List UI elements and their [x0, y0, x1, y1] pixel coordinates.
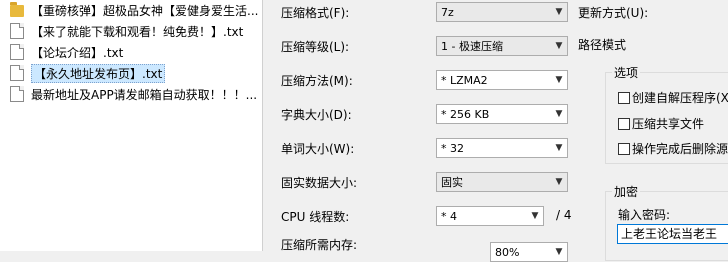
cpu-threads-value: * 4 — [441, 209, 457, 223]
chevron-down-icon: ▼ — [555, 109, 563, 119]
word-size-label: 单词大小(W): — [281, 142, 355, 156]
option-delete-after[interactable]: 操作完成后删除源 — [618, 140, 728, 157]
cpu-threads-total: / 4 — [556, 208, 572, 222]
format-select[interactable]: 7z ▼ — [436, 2, 568, 22]
folder-icon — [10, 2, 24, 17]
checkbox[interactable] — [618, 91, 630, 104]
chevron-down-icon: ▼ — [555, 41, 563, 51]
chevron-down-icon: ▼ — [555, 247, 563, 257]
file-name: 【重磅核弹】超极品女神【爱健身爱生活... — [31, 3, 259, 18]
option-create-sfx[interactable]: 创建自解压程序(X) — [618, 89, 728, 106]
dictionary-label: 字典大小(D): — [281, 108, 352, 122]
chevron-down-icon: ▼ — [555, 177, 563, 187]
memory-label: 压缩所需内存: — [281, 238, 358, 252]
checkbox[interactable] — [618, 142, 630, 155]
file-row[interactable]: 【来了就能下载和观看！纯免费！】.txt — [0, 21, 262, 41]
option-label: 操作完成后删除源 — [632, 142, 728, 156]
option-label: 压缩共享文件 — [632, 117, 705, 131]
file-row[interactable]: 【永久地址发布页】.txt — [0, 63, 262, 83]
file-list: 【重磅核弹】超极品女神【爱健身爱生活... 【来了就能下载和观看！纯免费！】.t… — [0, 0, 263, 251]
level-label: 压缩等级(L): — [281, 40, 350, 54]
cpu-threads-label: CPU 线程数: — [281, 210, 350, 224]
file-name: 【论坛介绍】.txt — [31, 45, 124, 60]
password-input[interactable]: 上老王论坛当老王 — [617, 224, 728, 244]
word-size-select[interactable]: * 32 ▼ — [436, 138, 568, 158]
cpu-threads-select[interactable]: * 4 ▼ — [436, 206, 544, 226]
chevron-down-icon: ▼ — [555, 143, 563, 153]
method-select[interactable]: * LZMA2 ▼ — [436, 70, 568, 90]
text-file-icon — [10, 23, 24, 39]
options-title: 选项 — [612, 64, 641, 81]
memory-value: 80% — [495, 245, 520, 259]
text-file-icon — [10, 65, 24, 81]
solid-block-select[interactable]: 固实 ▼ — [436, 172, 568, 192]
chevron-down-icon: ▼ — [555, 7, 563, 17]
dictionary-select[interactable]: * 256 KB ▼ — [436, 104, 568, 124]
update-mode-label: 更新方式(U): — [578, 6, 649, 20]
encryption-title: 加密 — [612, 183, 641, 200]
chevron-down-icon: ▼ — [555, 75, 563, 85]
file-row[interactable]: 【论坛介绍】.txt — [0, 42, 262, 62]
checkbox[interactable] — [618, 117, 630, 130]
solid-block-label: 固实数据大小: — [281, 176, 358, 190]
path-mode-label: 路径模式 — [578, 38, 627, 52]
method-label: 压缩方法(M): — [281, 74, 353, 88]
file-name: 【永久地址发布页】.txt — [31, 63, 166, 83]
file-name: 【来了就能下载和观看！纯免费！】.txt — [31, 24, 244, 39]
file-row[interactable]: 【重磅核弹】超极品女神【爱健身爱生活... — [0, 0, 262, 20]
text-file-icon — [10, 44, 24, 60]
level-select[interactable]: 1 - 极速压缩 ▼ — [436, 36, 568, 56]
word-size-value: * 32 — [441, 141, 464, 155]
option-compress-shared[interactable]: 压缩共享文件 — [618, 115, 704, 132]
file-row[interactable]: 最新地址及APP请发邮箱自动获取！！！... — [0, 84, 262, 104]
text-file-icon — [10, 86, 24, 102]
dictionary-value: * 256 KB — [441, 107, 490, 121]
format-label: 压缩格式(F): — [281, 6, 350, 20]
file-name: 最新地址及APP请发邮箱自动获取！！！... — [31, 87, 258, 102]
chevron-down-icon: ▼ — [531, 211, 539, 221]
format-value: 7z — [441, 5, 454, 19]
level-value: 1 - 极速压缩 — [441, 40, 503, 53]
method-value: * LZMA2 — [441, 73, 488, 87]
pane-divider[interactable] — [262, 0, 263, 251]
memory-select[interactable]: 80% ▼ — [490, 242, 568, 262]
password-label: 输入密码: — [618, 208, 671, 222]
option-label: 创建自解压程序(X) — [632, 91, 728, 105]
solid-block-value: 固实 — [441, 176, 463, 189]
